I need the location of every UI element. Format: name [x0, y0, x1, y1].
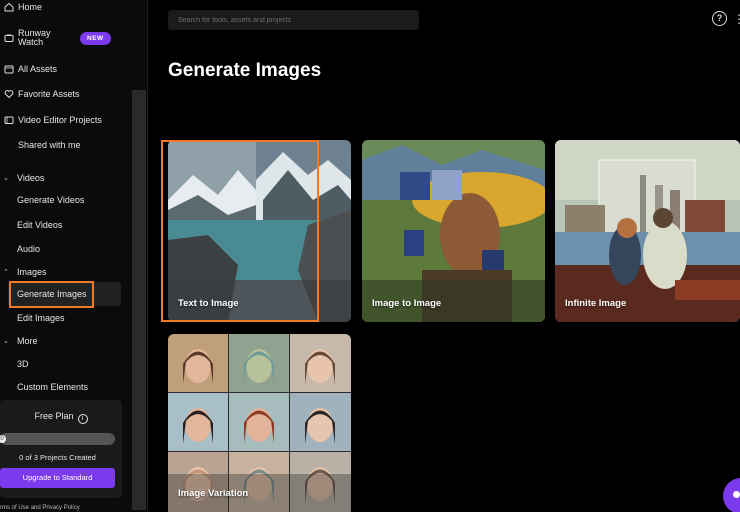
face-variations-grid-image	[168, 334, 351, 512]
progress-value: 0	[0, 435, 6, 443]
sidebar-item-edit-images[interactable]: Edit Images	[0, 308, 65, 328]
home-icon	[4, 2, 14, 12]
sidebar-item-shared-with-me[interactable]: Shared with me	[0, 135, 81, 155]
sidebar-item-home[interactable]: Home	[0, 0, 42, 17]
projects-progress-bar: 0	[0, 433, 115, 445]
card-label: Image Variation	[178, 488, 249, 499]
plan-card: Free Plan i 0 0 of 3 Projects Created Upg…	[0, 400, 122, 498]
folder-icon	[4, 64, 14, 74]
section-images[interactable]: ⌃ Images	[0, 263, 47, 281]
card-image-variation[interactable]: Image Variation	[168, 334, 351, 512]
section-label: More	[17, 336, 38, 346]
terms-link[interactable]: rms of Use	[0, 505, 29, 511]
section-more[interactable]: ⌄ More	[0, 332, 38, 350]
section-label: Images	[17, 267, 47, 277]
sidebar-item-label: All Assets	[18, 64, 58, 74]
film-icon	[4, 115, 14, 125]
sidebar-item-3d[interactable]: 3D	[0, 354, 29, 374]
tv-icon	[4, 33, 14, 43]
sidebar-item-audio[interactable]: Audio	[0, 239, 40, 259]
footer-links: rms of Use and Privacy Policy	[0, 505, 80, 511]
info-icon[interactable]: i	[77, 414, 88, 424]
plan-title-row: Free Plan i	[0, 411, 122, 424]
sidebar-item-label: Custom Elements	[17, 382, 89, 392]
projects-count: 0 of 3 Projects Created	[19, 453, 96, 462]
mountain-lake-image	[168, 140, 351, 322]
highlight-outline	[9, 281, 94, 308]
sidebar-item-favorite-assets[interactable]: Favorite Assets	[0, 84, 80, 104]
chat-icon	[733, 491, 740, 498]
sidebar-item-runway-watch[interactable]: Runway Watch NEW	[0, 24, 111, 52]
card-label: Text to Image	[178, 298, 239, 309]
sidebar-item-video-editor-projects[interactable]: Video Editor Projects	[0, 110, 102, 130]
sidebar-item-all-assets[interactable]: All Assets	[0, 59, 57, 79]
privacy-link[interactable]: Privacy Policy	[42, 505, 79, 511]
sidebar-item-label: Edit Images	[17, 313, 65, 323]
sidebar-item-label: Runway Watch	[18, 28, 51, 47]
sidebar: Home Runway Watch NEW All Assets Favorit…	[0, 0, 148, 512]
sidebar-item-custom-elements[interactable]: Custom Elements	[0, 377, 88, 397]
search-input[interactable]	[168, 10, 419, 30]
card-label: Image to Image	[372, 298, 442, 309]
card-text-to-image[interactable]: Text to Image	[168, 140, 351, 322]
card-image-to-image[interactable]: Image to Image	[362, 140, 545, 322]
sidebar-item-label: Generate Videos	[17, 195, 85, 205]
sidebar-item-label: Edit Videos	[17, 220, 63, 230]
sidebar-item-generate-videos[interactable]: Generate Videos	[0, 190, 84, 210]
sidebar-item-label: 3D	[17, 359, 29, 369]
section-label: Videos	[17, 173, 45, 183]
sidebar-scrollbar[interactable]	[132, 90, 146, 510]
sidebar-item-label: Shared with me	[18, 140, 81, 150]
sidebar-item-label: Favorite Assets	[18, 89, 80, 99]
sidebar-item-label: Video Editor Projects	[18, 115, 102, 125]
chevron-down-icon: ⌄	[3, 175, 9, 182]
card-label: Infinite Image	[565, 298, 627, 309]
chevron-up-icon: ⌃	[3, 269, 9, 276]
card-infinite-image[interactable]: Infinite Image	[555, 140, 740, 322]
sidebar-item-edit-videos[interactable]: Edit Videos	[0, 215, 62, 235]
page-title: Generate Images	[168, 60, 322, 81]
plan-title: Free Plan	[34, 411, 74, 421]
new-badge: NEW	[80, 31, 111, 45]
more-options-icon[interactable]: ⋮	[733, 12, 740, 26]
upgrade-button[interactable]: Upgrade to Standard	[0, 468, 115, 488]
city-skyline-couple-image	[555, 140, 740, 322]
sidebar-item-label: Audio	[17, 244, 41, 254]
sidebar-item-label: Home	[18, 2, 43, 12]
footer-and: and	[30, 505, 41, 511]
shared-icon	[4, 140, 14, 150]
portrait-woman-hat-image	[362, 140, 545, 322]
section-videos[interactable]: ⌄ Videos	[0, 169, 44, 187]
chevron-down-icon: ⌄	[3, 338, 9, 345]
help-icon[interactable]: ?	[712, 11, 727, 26]
heart-icon	[4, 89, 14, 99]
chat-support-button[interactable]	[723, 478, 740, 512]
